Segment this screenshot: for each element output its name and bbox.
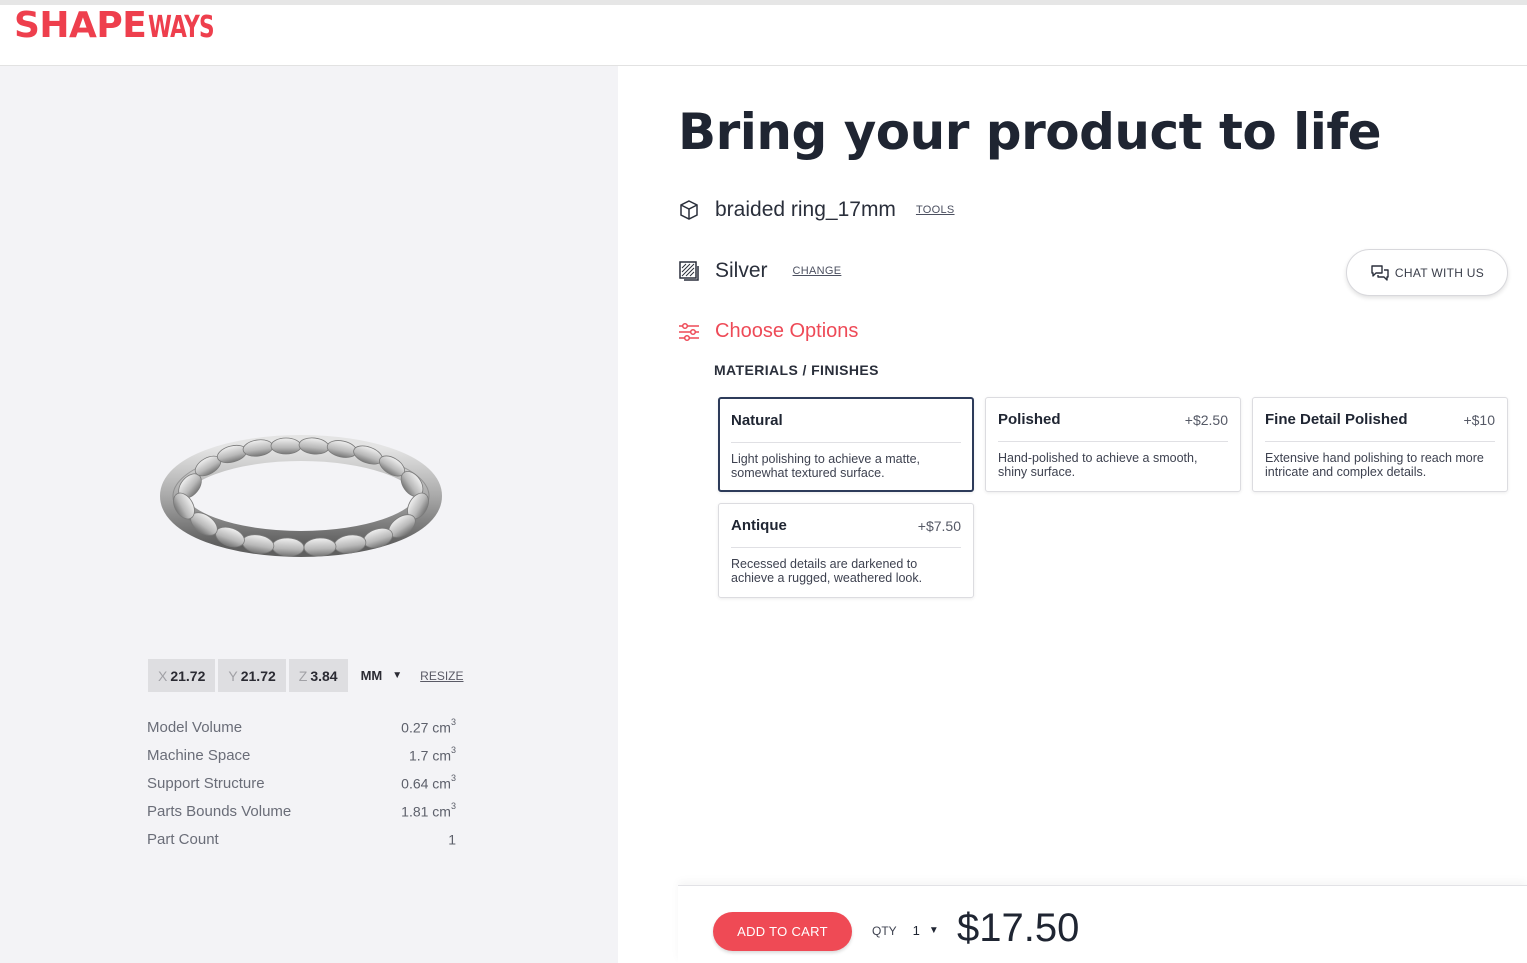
finish-price: +$7.50 [917,517,961,534]
logo-secondary: WAYS [148,10,215,45]
material-row: Silver CHANGE [678,259,841,283]
stat-row: Machine Space 1.7 cm3 [147,741,456,769]
finish-description: Recessed details are darkened to achieve… [731,557,923,585]
cube-icon [680,200,698,220]
chat-with-us-button[interactable]: CHAT WITH US [1346,249,1508,296]
stat-label: Part Count [147,830,219,848]
finish-name: Natural [731,412,783,429]
quantity-select[interactable]: QTY 1 ▼ [872,923,939,938]
model-name: braided ring_17mm [715,198,896,221]
material-name: Silver [715,259,768,282]
ring-3d-model[interactable] [160,430,442,562]
chat-label: CHAT WITH US [1394,265,1485,280]
dimension-y[interactable]: Y 21.72 [218,659,286,692]
finish-card-natural[interactable]: Natural Light polishing to achieve a mat… [718,397,974,492]
logo-primary: SHAPE [14,5,147,46]
stat-value: 0.27 cm3 [401,716,456,736]
axis-label: Y [228,667,238,684]
caret-down-icon: ▼ [392,670,403,681]
finish-name: Fine Detail Polished [1265,411,1408,428]
qty-label: QTY [872,923,897,938]
dimension-z[interactable]: Z 3.84 [288,659,348,692]
axis-label: X [158,667,168,684]
stat-label: Machine Space [147,746,251,764]
finish-price: +$10 [1463,411,1495,428]
change-material-link[interactable]: CHANGE [793,265,842,277]
stat-row: Part Count 1 [147,825,456,853]
dimensions-bar: X 21.72 Y 21.72 Z 3.84 MM ▼ RESIZE [148,659,464,692]
dimension-x[interactable]: X 21.72 [148,659,216,692]
axis-label: Z [298,667,308,684]
stat-label: Support Structure [147,774,265,792]
materials-finishes-label: MATERIALS / FINISHES [714,362,879,378]
choose-options-row: Choose Options [678,320,858,343]
model-stats: Model Volume 0.27 cm3 Machine Space 1.7 … [147,713,456,853]
stat-label: Parts Bounds Volume [147,802,292,820]
shapeways-logo[interactable]: SHAPE WAYS [14,5,240,46]
qty-value: 1 [912,923,920,938]
unit-value: MM [360,668,383,683]
stat-value: 0.64 cm3 [401,772,456,792]
dimension-value: 21.72 [170,667,206,684]
resize-link[interactable]: RESIZE [420,669,463,683]
stat-value: 1.81 cm3 [401,800,456,820]
finish-card-fine-detail-polished[interactable]: Fine Detail Polished +$10 Extensive hand… [1252,397,1508,492]
stat-value: 1.7 cm3 [408,744,456,764]
caret-down-icon: ▼ [928,925,939,936]
unit-select[interactable]: MM ▼ [361,668,403,683]
page-title: Bring your product to life [678,103,1382,161]
site-header: SHAPE WAYS [0,0,1527,66]
model-name-row: braided ring_17mm TOOLS [678,198,955,222]
finish-price: +$2.50 [1184,411,1228,428]
total-price: $17.50 [957,906,1080,950]
tools-link[interactable]: TOOLS [916,204,955,216]
stat-row: Support Structure 0.64 cm3 [147,769,456,797]
dimension-value: 3.84 [310,667,338,684]
dimension-value: 21.72 [240,667,276,684]
material-swatch-icon [679,261,699,281]
chat-bubbles-icon [1371,264,1389,281]
finish-card-polished[interactable]: Polished +$2.50 Hand-polished to achieve… [985,397,1241,492]
stat-row: Parts Bounds Volume 1.81 cm3 [147,797,456,825]
sliders-icon [679,322,699,341]
add-to-cart-button[interactable]: ADD TO CART [713,912,852,951]
finish-description: Light polishing to achieve a matte, some… [731,452,921,480]
cart-bar: ADD TO CART QTY 1 ▼ $17.50 [678,885,1527,963]
stat-value: 1 [448,831,456,848]
finish-description: Hand-polished to achieve a smooth, shiny… [998,451,1198,479]
choose-options-heading: Choose Options [715,320,859,342]
stat-label: Model Volume [147,718,243,736]
finish-name: Polished [998,411,1061,428]
stat-row: Model Volume 0.27 cm3 [147,713,456,741]
finish-description: Extensive hand polishing to reach more i… [1265,451,1484,479]
finish-name: Antique [731,517,787,534]
finish-card-antique[interactable]: Antique +$7.50 Recessed details are dark… [718,503,974,598]
